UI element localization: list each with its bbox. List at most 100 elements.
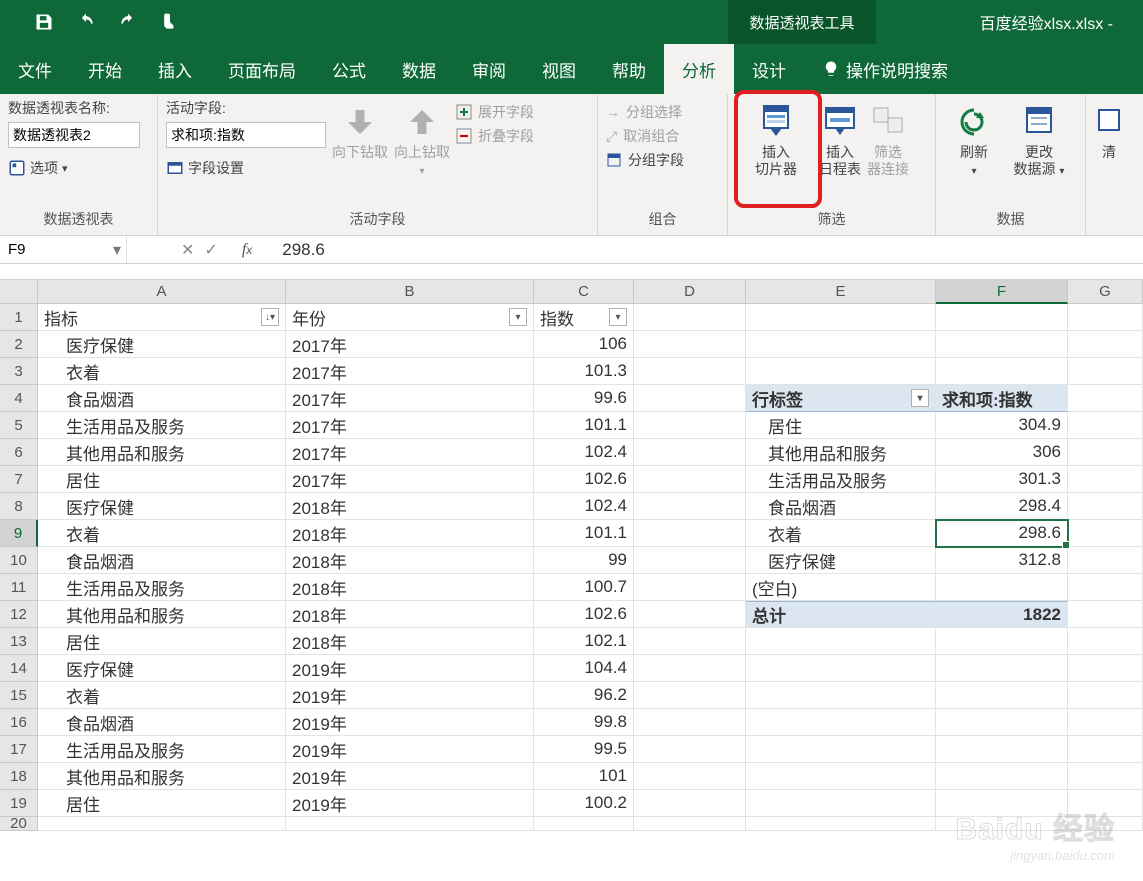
cell[interactable]: 2017年 [286, 358, 534, 385]
cell[interactable]: 生活用品及服务 [38, 412, 286, 439]
cell[interactable]: 2018年 [286, 547, 534, 574]
cell[interactable] [634, 682, 746, 709]
cell[interactable] [634, 763, 746, 790]
cell[interactable]: 102.4 [534, 439, 634, 466]
worksheet-grid[interactable]: A B C D E F G 1 指标↓▾ 年份▾ 指数▾ 2 医疗保健 2017… [0, 280, 1143, 831]
cell[interactable] [634, 439, 746, 466]
cell[interactable] [746, 655, 936, 682]
cell[interactable] [746, 304, 936, 331]
cell[interactable] [936, 304, 1068, 331]
row-header[interactable]: 13 [0, 628, 38, 655]
cell[interactable]: 2017年 [286, 331, 534, 358]
tab-design[interactable]: 设计 [734, 44, 804, 94]
cell[interactable] [746, 682, 936, 709]
cell[interactable] [1068, 547, 1143, 574]
pivot-grand-total-label[interactable]: 总计 [746, 601, 936, 628]
select-all-corner[interactable] [0, 280, 38, 304]
collapse-field-button[interactable]: 折叠字段 [456, 126, 534, 146]
cell[interactable] [746, 763, 936, 790]
field-settings-button[interactable]: 字段设置 [166, 156, 326, 180]
redo-button[interactable] [114, 8, 142, 36]
col-header-g[interactable]: G [1068, 280, 1143, 304]
cell[interactable] [1068, 817, 1143, 831]
row-header[interactable]: 3 [0, 358, 38, 385]
cell[interactable] [286, 817, 534, 831]
cell[interactable]: 96.2 [534, 682, 634, 709]
col-header-c[interactable]: C [534, 280, 634, 304]
filter-button[interactable]: ↓▾ [261, 308, 279, 326]
cell[interactable]: 2017年 [286, 466, 534, 493]
tab-home[interactable]: 开始 [70, 44, 140, 94]
cell[interactable] [1068, 331, 1143, 358]
pivot-values-header[interactable]: 求和项:指数 [936, 385, 1068, 412]
cell[interactable] [634, 493, 746, 520]
cell[interactable]: 2018年 [286, 493, 534, 520]
pivot-row[interactable]: 生活用品及服务 [746, 466, 936, 493]
cell[interactable] [634, 628, 746, 655]
cell[interactable] [1068, 493, 1143, 520]
cell[interactable] [38, 817, 286, 831]
cell[interactable] [634, 736, 746, 763]
col-header-b[interactable]: B [286, 280, 534, 304]
pivot-value[interactable]: 304.9 [936, 412, 1068, 439]
filter-button[interactable]: ▾ [911, 389, 929, 407]
cell[interactable] [1068, 385, 1143, 412]
cell[interactable] [634, 574, 746, 601]
cell[interactable]: 101.1 [534, 520, 634, 547]
row-header[interactable]: 11 [0, 574, 38, 601]
tab-view[interactable]: 视图 [524, 44, 594, 94]
cell[interactable] [634, 385, 746, 412]
undo-button[interactable] [72, 8, 100, 36]
fx-icon[interactable]: fx [232, 241, 262, 259]
tab-review[interactable]: 审阅 [454, 44, 524, 94]
cell[interactable] [746, 790, 936, 817]
cell[interactable]: 99 [534, 547, 634, 574]
col-header-f[interactable]: F [936, 280, 1068, 304]
cell[interactable] [936, 628, 1068, 655]
cell[interactable] [936, 736, 1068, 763]
row-header[interactable]: 2 [0, 331, 38, 358]
cell[interactable] [746, 358, 936, 385]
tab-data[interactable]: 数据 [384, 44, 454, 94]
row-header[interactable]: 20 [0, 817, 38, 831]
cell[interactable]: 2017年 [286, 412, 534, 439]
cell[interactable] [634, 520, 746, 547]
cell[interactable] [634, 547, 746, 574]
filter-button[interactable]: ▾ [509, 308, 527, 326]
pivot-row[interactable]: 医疗保健 [746, 547, 936, 574]
cell[interactable]: 101.3 [534, 358, 634, 385]
col-header-e[interactable]: E [746, 280, 936, 304]
group-field-button[interactable]: 分组字段 [606, 150, 684, 170]
insert-slicer-button[interactable]: 插入切片器 [736, 98, 816, 178]
cell[interactable]: 医疗保健 [38, 493, 286, 520]
cell[interactable]: 2018年 [286, 520, 534, 547]
row-header[interactable]: 12 [0, 601, 38, 628]
namebox-dropdown[interactable]: ▾ [108, 240, 126, 260]
cell[interactable]: 106 [534, 331, 634, 358]
cell[interactable]: 100.7 [534, 574, 634, 601]
cell[interactable]: 102.6 [534, 601, 634, 628]
row-header[interactable]: 14 [0, 655, 38, 682]
cell[interactable] [634, 790, 746, 817]
cell[interactable]: 102.6 [534, 466, 634, 493]
cell[interactable]: 2019年 [286, 709, 534, 736]
cell[interactable]: 2018年 [286, 601, 534, 628]
pivot-row-label-header[interactable]: 行标签▾ [746, 385, 936, 412]
cell[interactable]: 2018年 [286, 628, 534, 655]
cell[interactable] [634, 601, 746, 628]
cell[interactable] [936, 574, 1068, 601]
pivot-row[interactable]: 居住 [746, 412, 936, 439]
cell[interactable]: 指数▾ [534, 304, 634, 331]
cell[interactable]: 衣着 [38, 682, 286, 709]
row-header[interactable]: 1 [0, 304, 38, 331]
formula-input[interactable] [262, 238, 1143, 262]
cell[interactable]: 99.5 [534, 736, 634, 763]
filter-button[interactable]: ▾ [609, 308, 627, 326]
cell[interactable]: 101.1 [534, 412, 634, 439]
cell[interactable] [1068, 682, 1143, 709]
pivot-row-blank[interactable]: (空白) [746, 574, 936, 601]
col-header-d[interactable]: D [634, 280, 746, 304]
pivottable-options-button[interactable]: 选项 ▾ [8, 156, 140, 180]
touch-mode-button[interactable] [156, 8, 184, 36]
cell[interactable]: 居住 [38, 628, 286, 655]
